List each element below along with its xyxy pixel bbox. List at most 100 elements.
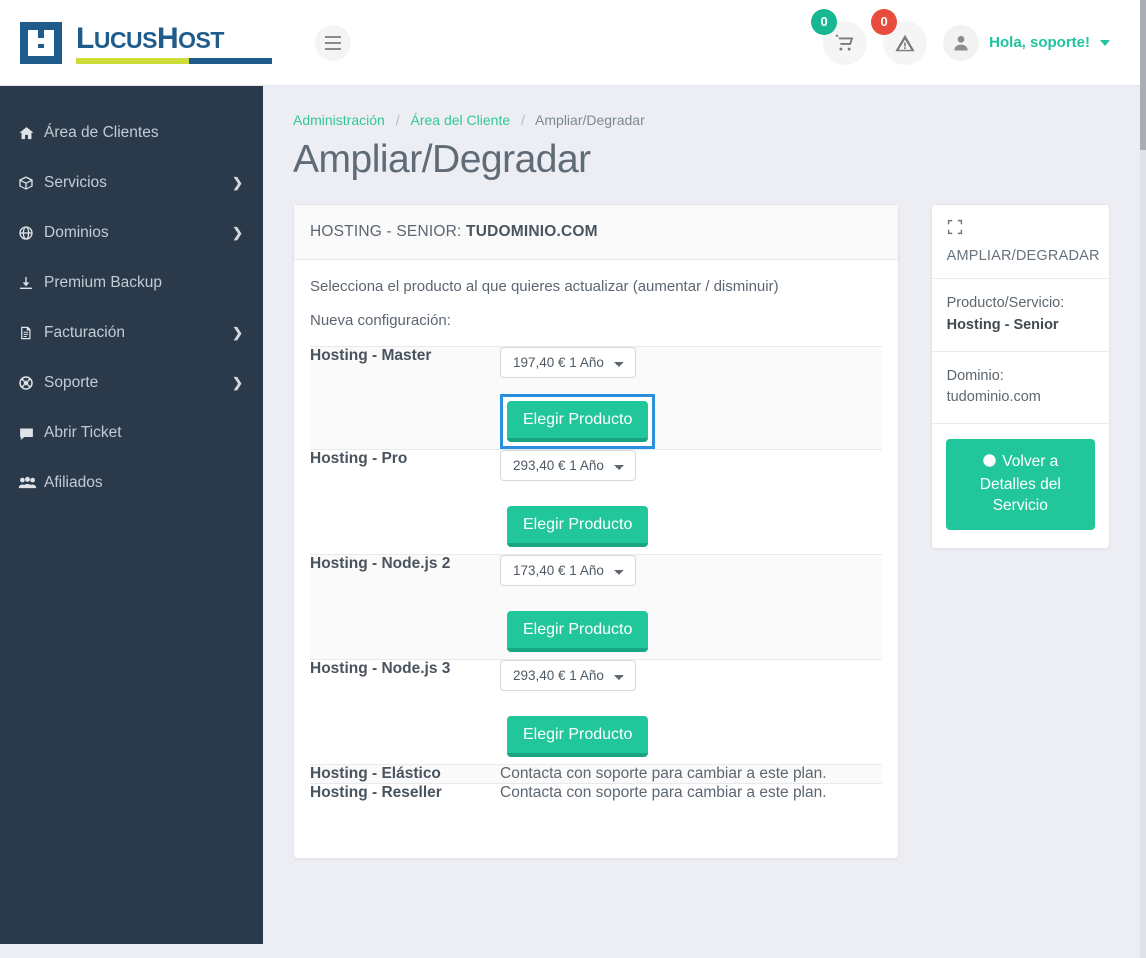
- button-wrapper: Elegir Producto: [500, 709, 655, 764]
- sidebar-item-servicios[interactable]: Servicios ❯: [0, 158, 263, 208]
- billing-cycle-select[interactable]: 197,40 € 1 Año: [500, 347, 636, 378]
- sidebar-toggle-button[interactable]: [315, 24, 351, 61]
- sidebar-item-premium-backup[interactable]: Premium Backup: [0, 258, 263, 308]
- upgrade-card: HOSTING - SENIOR: TUDOMINIO.COM Seleccio…: [293, 204, 899, 859]
- sidebar-item-label: Abrir Ticket: [44, 424, 122, 441]
- sidebar-item-label: Dominios: [44, 224, 109, 241]
- chevron-right-icon: ❯: [232, 325, 243, 340]
- lucushost-logo-icon: [20, 21, 62, 64]
- main-sidebar: Área de Clientes Servicios ❯ Dominios ❯ …: [0, 86, 263, 944]
- table-row: Hosting - Reseller Contacta con soporte …: [310, 783, 882, 802]
- page-scrollbar[interactable]: [1140, 0, 1146, 958]
- sidebar-item-label: Facturación: [44, 324, 125, 341]
- page-title: Ampliar/Degradar: [293, 138, 591, 181]
- sidebar-item-abrir-ticket[interactable]: Abrir Ticket: [0, 408, 263, 458]
- sidebar-item-area-de-clientes[interactable]: Área de Clientes: [0, 108, 263, 158]
- sidebar-item-label: Afiliados: [44, 474, 103, 491]
- table-row: Hosting - Master 197,40 € 1 Año Elegir P…: [310, 346, 882, 450]
- domain-label: Dominio:: [946, 367, 1004, 384]
- chevron-right-icon: ❯: [232, 225, 243, 240]
- panel-title: AMPLIAR/DEGRADAR: [946, 248, 1100, 264]
- page-bottom-strip: [0, 948, 1140, 958]
- shopping-cart-icon: [835, 34, 854, 51]
- domain-value: tudominio.com: [946, 389, 1041, 406]
- table-row: Hosting - Elástico Contacta con soporte …: [310, 764, 882, 784]
- product-name: Hosting - Master: [310, 346, 500, 450]
- brand-name-h: H: [157, 21, 179, 55]
- product-name: Hosting - Reseller: [310, 783, 500, 802]
- avatar: [943, 24, 980, 61]
- brand-underline: [76, 57, 272, 64]
- scrollbar-thumb[interactable]: [1140, 0, 1146, 150]
- alerts-button[interactable]: 0: [871, 8, 928, 65]
- box-icon: [18, 175, 44, 191]
- choose-product-button[interactable]: Elegir Producto: [507, 611, 649, 652]
- sidebar-item-afiliados[interactable]: Afiliados: [0, 458, 263, 508]
- card-header-product: HOSTING - SENIOR:: [310, 223, 467, 240]
- product-controls: 293,40 € 1 Año Elegir Producto: [500, 659, 882, 765]
- service-info-panel: AMPLIAR/DEGRADAR Producto/Servicio: Host…: [930, 204, 1110, 549]
- breadcrumb-separator: /: [521, 112, 525, 128]
- brand-name-ost: OST: [178, 26, 224, 53]
- home-icon: [18, 125, 44, 142]
- sidebar-item-label: Soporte: [44, 374, 99, 391]
- download-icon: [18, 275, 44, 291]
- panel-header: AMPLIAR/DEGRADAR: [931, 205, 1109, 279]
- product-controls: 197,40 € 1 Año Elegir Producto: [500, 346, 882, 450]
- top-navbar: LUCUSHOST 0 0 Hola, soporte!: [0, 0, 1140, 86]
- menu-icon-bar: [325, 41, 341, 44]
- product-note: Contacta con soporte para cambiar a este…: [500, 764, 882, 784]
- breadcrumb-link-area-del-cliente[interactable]: Área del Cliente: [411, 112, 511, 128]
- button-wrapper: Elegir Producto: [500, 604, 655, 659]
- brand-name-ucus: UCUS: [93, 26, 158, 53]
- panel-domain-section: Dominio: tudominio.com: [931, 352, 1109, 424]
- user-menu[interactable]: Hola, soporte!: [943, 24, 1110, 61]
- cart-count-badge: 0: [811, 8, 838, 35]
- sidebar-item-label: Área de Clientes: [44, 124, 159, 141]
- card-body: Selecciona el producto al que quieres ac…: [294, 260, 898, 858]
- cart-button[interactable]: 0: [811, 8, 868, 65]
- brand-logo[interactable]: LUCUSHOST: [20, 21, 272, 64]
- chevron-right-icon: ❯: [232, 375, 243, 390]
- sidebar-item-dominios[interactable]: Dominios ❯: [0, 208, 263, 258]
- user-greeting: Hola, soporte!: [989, 34, 1090, 51]
- panel-product-section: Producto/Servicio: Hosting - Senior: [931, 279, 1109, 352]
- choose-product-button[interactable]: Elegir Producto: [507, 401, 649, 442]
- product-name: Hosting - Node.js 3: [310, 659, 500, 765]
- breadcrumb: Administración / Área del Cliente / Ampl…: [293, 112, 1110, 128]
- table-row: Hosting - Pro 293,40 € 1 Año Elegir Prod…: [310, 449, 882, 555]
- billing-cycle-select[interactable]: 293,40 € 1 Año: [500, 660, 636, 691]
- billing-cycle-select[interactable]: 173,40 € 1 Año: [500, 555, 636, 586]
- product-table: Hosting - Master 197,40 € 1 Año Elegir P…: [310, 346, 882, 802]
- comment-icon: [18, 425, 44, 442]
- chevron-down-icon: [1100, 39, 1110, 46]
- sidebar-item-soporte[interactable]: Soporte ❯: [0, 358, 263, 408]
- lifebuoy-icon: [18, 375, 44, 391]
- billing-cycle-select[interactable]: 293,40 € 1 Año: [500, 450, 636, 481]
- main-content: Administración / Área del Cliente / Ampl…: [263, 86, 1140, 958]
- back-to-service-details-button[interactable]: Volver a Detalles del Servicio: [945, 439, 1095, 530]
- page-root: LUCUSHOST 0 0 Hola, soporte! Área de Cli…: [0, 0, 1146, 958]
- panel-footer: Volver a Detalles del Servicio: [932, 424, 1109, 548]
- instructions-line-1: Selecciona el producto al que quieres ac…: [310, 278, 779, 295]
- breadcrumb-link-administracion[interactable]: Administración: [293, 112, 385, 128]
- product-name: Hosting - Node.js 2: [310, 554, 500, 660]
- breadcrumb-separator: /: [395, 112, 400, 128]
- choose-product-button[interactable]: Elegir Producto: [507, 716, 649, 757]
- alert-count-badge: 0: [871, 8, 898, 35]
- user-icon: [954, 35, 968, 50]
- menu-icon-bar: [325, 47, 341, 50]
- chevron-right-icon: ❯: [232, 175, 243, 190]
- card-header-domain: TUDOMINIO.COM: [466, 223, 598, 240]
- globe-icon: [18, 225, 44, 241]
- content-area: HOSTING - SENIOR: TUDOMINIO.COM Seleccio…: [293, 204, 1110, 859]
- menu-icon-bar: [325, 35, 341, 38]
- sidebar-item-label: Servicios: [44, 174, 107, 191]
- product-label: Producto/Servicio:: [946, 295, 1065, 311]
- arrow-circle-left-icon: [982, 453, 997, 475]
- table-row: Hosting - Node.js 2 173,40 € 1 Año Elegi…: [310, 554, 882, 660]
- sidebar-item-facturacion[interactable]: Facturación ❯: [0, 308, 263, 358]
- choose-product-button[interactable]: Elegir Producto: [507, 506, 649, 547]
- breadcrumb-current: Ampliar/Degradar: [535, 112, 645, 128]
- card-header: HOSTING - SENIOR: TUDOMINIO.COM: [294, 205, 898, 260]
